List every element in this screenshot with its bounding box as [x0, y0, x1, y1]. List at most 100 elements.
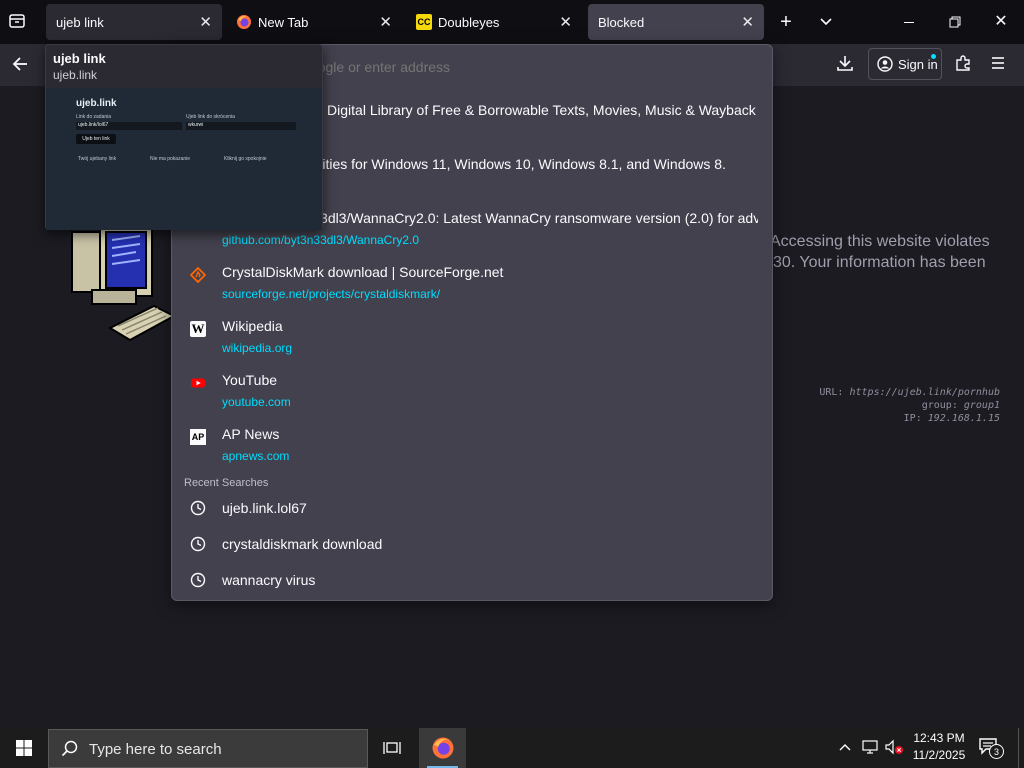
preview-thumbnail: ujeb.link Link do zadania Ujeb link do s… [46, 88, 322, 230]
downloads-button[interactable] [836, 54, 860, 76]
back-arrow-icon [12, 57, 27, 71]
tab-title: Doubleyes [438, 14, 500, 30]
app-menu-button[interactable] [990, 56, 1010, 74]
show-desktop-button[interactable] [1018, 728, 1024, 768]
task-view-button[interactable] [374, 728, 410, 768]
detail-url-row: URL: https://ujeb.link/pornhub [760, 386, 1000, 399]
notification-dot [931, 54, 936, 59]
search-icon [61, 740, 78, 757]
tab-blocked[interactable]: Blocked ✕ [588, 4, 764, 40]
url-result[interactable]: YouTube youtube.com [172, 365, 772, 419]
show-hidden-icons-button[interactable] [838, 740, 854, 756]
url-result-url: sourceforge.net/projects/crystaldiskmark… [222, 287, 441, 301]
detail-url-value: https://ujeb.link/pornhub [849, 387, 1000, 398]
tab-close-icon[interactable]: ✕ [379, 13, 392, 31]
url-result-title: Wikipedia [222, 318, 283, 334]
windows-logo-icon [16, 740, 32, 756]
detail-group-label: group: [921, 400, 958, 411]
network-button[interactable] [862, 739, 880, 757]
url-result-url: github.com/byt3n33dl3/WannaCry2.0 [222, 233, 420, 247]
recent-search-text: ujeb.link.lol67 [222, 500, 307, 516]
close-window-button[interactable]: ✕ [978, 0, 1024, 44]
detail-ip-row: IP: 192.168.1.15 [760, 412, 1000, 425]
url-result-url: youtube.com [222, 395, 291, 409]
retro-computer-illustration [71, 227, 177, 342]
notifications-button[interactable]: 3 [978, 737, 1008, 761]
tab-title: ujeb link [56, 14, 104, 30]
detail-ip-label: IP: [903, 413, 922, 424]
blocked-message-line1: Accessing this website violates [770, 233, 990, 250]
url-result[interactable]: CrystalDiskMark download | SourceForge.n… [172, 257, 772, 311]
youtube-icon [191, 378, 205, 388]
taskbar-date: 11/2/2025 [912, 748, 966, 762]
hamburger-menu-icon [992, 57, 1004, 69]
sign-in-button[interactable]: Sign in [868, 48, 942, 80]
thumb-foot2: Nie ma pokazanie [150, 156, 191, 162]
url-result[interactable]: AP AP News apnews.com [172, 419, 772, 473]
firefox-icon [237, 15, 251, 29]
tab-title: Blocked [598, 14, 645, 30]
tab-overview-icon [9, 14, 25, 28]
clock-icon [190, 536, 206, 552]
taskbar-search-box[interactable]: Type here to search [48, 729, 368, 768]
thumb-label-left: Link do zadania [76, 114, 112, 120]
back-button[interactable] [10, 54, 36, 76]
minimize-icon [904, 21, 914, 23]
url-result-title: CrystalDiskMark download | SourceForge.n… [222, 264, 504, 280]
blocked-details: URL: https://ujeb.link/pornhub group: gr… [760, 386, 1000, 425]
download-icon [837, 56, 853, 71]
network-icon [862, 740, 878, 754]
tab-hover-preview: ujeb link ujeb.link ujeb.link Link do za… [45, 44, 323, 230]
recent-search-text: crystaldiskmark download [222, 536, 383, 552]
recent-searches-heading: Recent Searches [184, 477, 269, 489]
volume-muted-icon [885, 739, 903, 755]
url-result-url: apnews.com [222, 449, 290, 463]
list-all-tabs-button[interactable] [804, 0, 848, 44]
extensions-button[interactable] [954, 54, 976, 76]
recent-search-item[interactable]: crystaldiskmark download [172, 527, 772, 563]
clock-button[interactable]: 12:43 PM 11/2/2025 [906, 730, 972, 766]
restore-button[interactable] [932, 0, 978, 44]
thumb-label-right: Ujeb link do skrócenia [186, 114, 235, 120]
wikipedia-icon: W [190, 321, 206, 337]
volume-button[interactable] [884, 739, 906, 757]
tab-strip: ujeb link ✕ New Tab ✕ CC Doubleyes ✕ Blo… [0, 0, 1024, 44]
detail-ip-value: 192.168.1.15 [927, 413, 1000, 424]
preview-title: ujeb link [53, 51, 106, 66]
tab-close-icon[interactable]: ✕ [199, 13, 212, 31]
thumb-input-right: wkurwi [186, 122, 296, 130]
puzzle-icon [956, 55, 970, 71]
thumb-input-left: ujeb.link/lol67 [76, 122, 182, 130]
tab-close-icon[interactable]: ✕ [741, 13, 754, 31]
taskbar-firefox-button[interactable] [419, 728, 466, 768]
thumb-button: Ujeb ten link [76, 134, 116, 144]
recent-search-item[interactable]: wannacry virus [172, 563, 772, 599]
tab-new-tab[interactable]: New Tab ✕ [226, 4, 402, 40]
new-tab-button[interactable]: + [764, 0, 808, 44]
tab-title: New Tab [258, 14, 309, 30]
url-result-title: YouTube [222, 372, 278, 388]
tab-overview-button[interactable] [8, 12, 30, 32]
url-result-url: wikipedia.org [222, 341, 293, 355]
start-button[interactable] [0, 728, 48, 768]
recent-search-text: wannacry virus [222, 572, 316, 588]
detail-url-label: URL: [819, 387, 844, 398]
firefox-icon [432, 737, 453, 759]
tab-ujeb-link[interactable]: ujeb link ✕ [46, 4, 222, 40]
recent-search-item[interactable]: ujeb.link.lol67 [172, 491, 772, 527]
clock-icon [190, 500, 206, 516]
minimize-button[interactable] [886, 0, 932, 44]
account-icon [877, 56, 893, 72]
thumb-foot3: Kliknij go spokojnie [224, 156, 267, 162]
url-result[interactable]: W Wikipedia wikipedia.org [172, 311, 772, 365]
close-icon: ✕ [994, 13, 1008, 30]
url-result-title: AP News [222, 426, 280, 442]
plus-icon: + [780, 11, 792, 33]
tab-doubleyes[interactable]: CC Doubleyes ✕ [406, 4, 582, 40]
preview-url: ujeb.link [53, 68, 98, 82]
chevron-up-icon [839, 744, 851, 751]
detail-group-row: group: group1 [760, 399, 1000, 412]
doubleyes-favicon-icon: CC [416, 14, 432, 30]
tab-close-icon[interactable]: ✕ [559, 13, 572, 31]
chevron-down-icon [820, 18, 832, 26]
